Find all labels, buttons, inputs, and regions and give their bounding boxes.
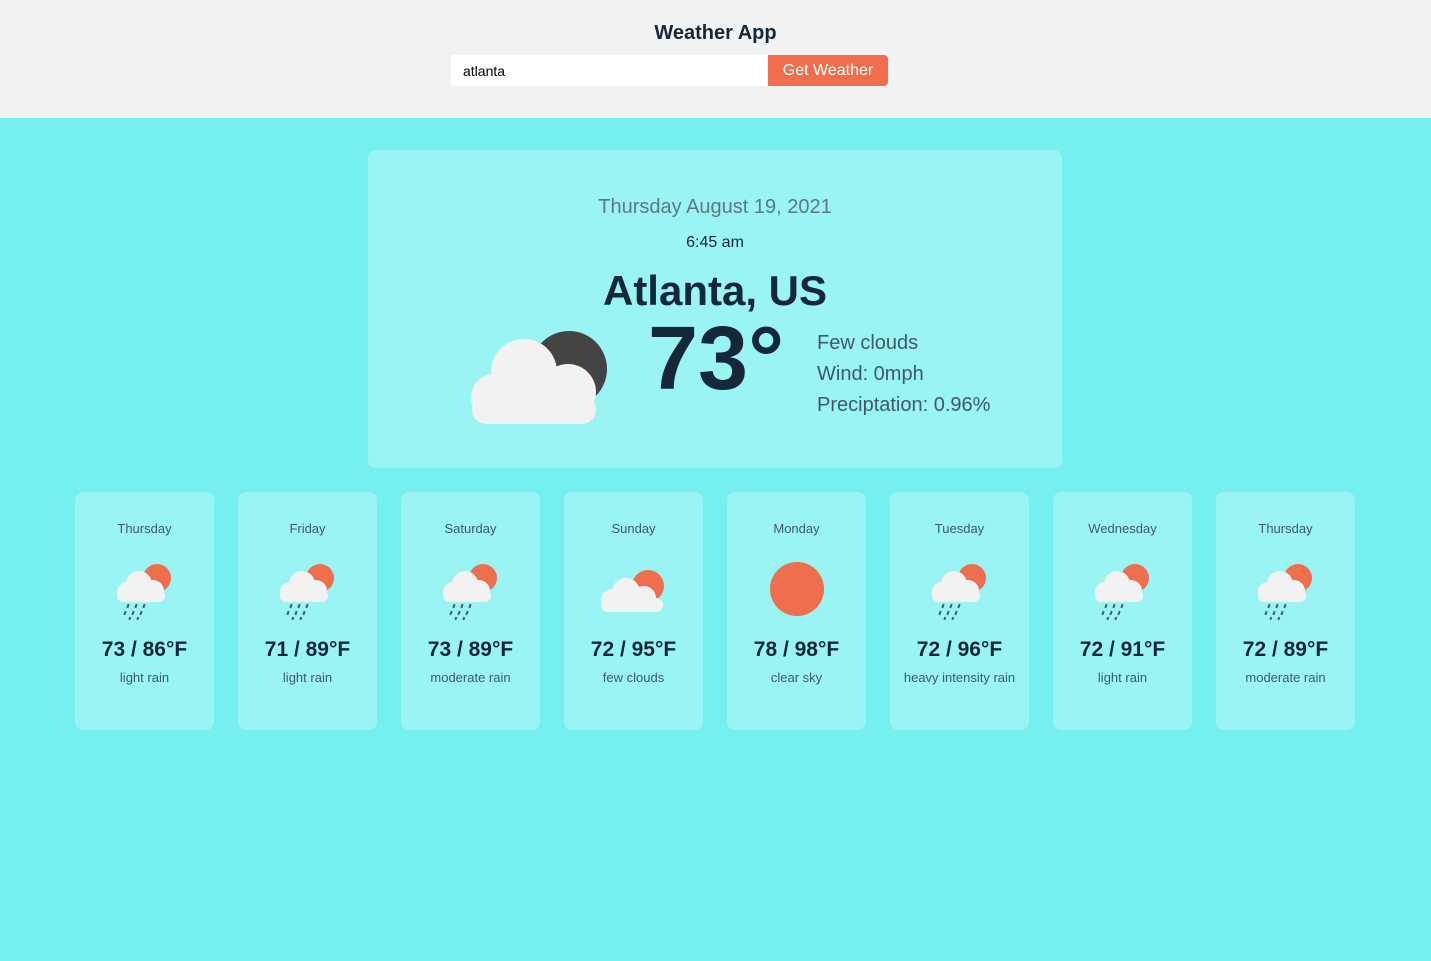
get-weather-button[interactable]: Get Weather xyxy=(768,55,888,86)
forecast-temperature: 78 / 98°F xyxy=(753,638,840,661)
forecast-temperature: 72 / 89°F xyxy=(1242,638,1329,661)
forecast-description: moderate rain xyxy=(1245,670,1326,685)
forecast-description: moderate rain xyxy=(430,670,511,685)
rain-sun-icon xyxy=(1095,564,1149,620)
forecast-temperature: 73 / 86°F xyxy=(101,638,188,661)
forecast-description: clear sky xyxy=(770,670,823,685)
forecast-card: Friday 71 / 89°F light rain xyxy=(238,492,377,730)
forecast-day: Monday xyxy=(773,521,820,536)
rain-sun-icon xyxy=(1258,564,1312,620)
forecast-card: Sunday 72 / 95°F few clouds xyxy=(564,492,703,730)
rain-sun-icon xyxy=(280,564,334,620)
forecast-description: few clouds xyxy=(602,670,665,685)
header-bar: Weather App Get Weather xyxy=(0,0,1431,118)
forecast-day: Thursday xyxy=(1258,521,1313,536)
current-weather-card: Thursday August 19, 2021 6:45 am Atlanta… xyxy=(368,150,1062,468)
current-details: Few clouds Wind: 0mph Preciptation: 0.96… xyxy=(817,328,990,421)
forecast-day: Wednesday xyxy=(1088,521,1157,536)
forecast-day: Sunday xyxy=(611,521,656,536)
forecast-temperature: 72 / 95°F xyxy=(590,638,677,661)
forecast-day: Friday xyxy=(289,521,326,536)
forecast-description: light rain xyxy=(119,670,170,685)
current-location: Atlanta, US xyxy=(602,267,828,314)
forecast-day: Tuesday xyxy=(934,521,985,536)
current-condition: Few clouds xyxy=(817,332,919,354)
forecast-temperature: 71 / 89°F xyxy=(264,638,351,661)
forecast-card: Tuesday 72 / 96°F heavy intensity rain xyxy=(890,492,1029,730)
forecast-temperature: 72 / 96°F xyxy=(916,638,1003,661)
current-date: Thursday August 19, 2021 xyxy=(598,196,832,218)
current-precipitation: Preciptation: 0.96% xyxy=(817,394,991,416)
cloud-sun-icon xyxy=(601,570,664,612)
forecast-description: light rain xyxy=(282,670,333,685)
current-time: 6:45 am xyxy=(686,234,744,251)
rain-sun-icon xyxy=(932,564,986,620)
current-wind: Wind: 0mph xyxy=(817,363,924,385)
rain-sun-icon xyxy=(117,564,171,620)
forecast-description: heavy intensity rain xyxy=(903,670,1016,685)
forecast-day: Thursday xyxy=(117,521,172,536)
forecast-temperature: 73 / 89°F xyxy=(427,638,514,661)
forecast-card: Saturday 73 / 89°F moderate rain xyxy=(401,492,540,730)
rain-sun-icon xyxy=(443,564,497,620)
sun-icon xyxy=(770,562,824,616)
forecast-card: Wednesday 72 / 91°F light rain xyxy=(1053,492,1192,730)
forecast-card: Monday 78 / 98°F clear sky xyxy=(727,492,866,730)
app-title: Weather App xyxy=(654,22,777,44)
forecast-temperature: 72 / 91°F xyxy=(1079,638,1166,661)
cloud-moon-icon xyxy=(471,331,607,424)
forecast-description: light rain xyxy=(1097,670,1148,685)
forecast-day: Saturday xyxy=(444,521,497,536)
forecast-card: Thursday 72 / 89°F moderate rain xyxy=(1216,492,1355,730)
current-temperature: 73° xyxy=(648,309,785,409)
forecast-card: Thursday 73 / 86°F light rain xyxy=(75,492,214,730)
city-search-input[interactable] xyxy=(451,55,768,86)
